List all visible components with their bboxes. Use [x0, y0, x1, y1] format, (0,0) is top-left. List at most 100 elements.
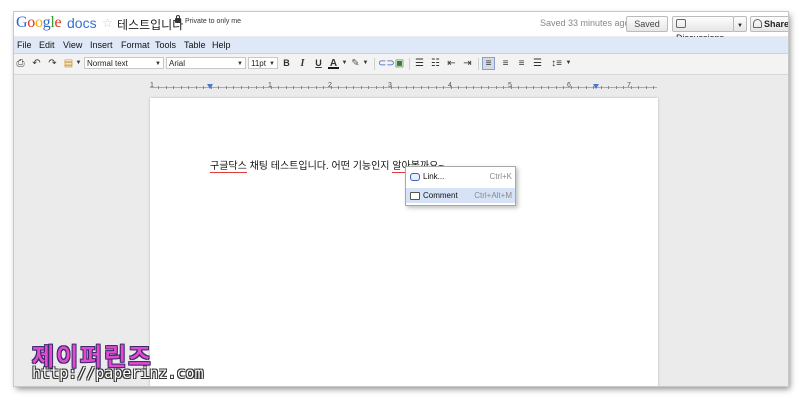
ruler-tick [360, 86, 362, 89]
ruler-tick [345, 86, 347, 89]
menu-insert[interactable]: Insert [90, 40, 113, 50]
bold-button[interactable]: B [281, 58, 292, 69]
print-icon[interactable]: ⎙ [15, 58, 26, 69]
logo-letter: o [34, 14, 43, 31]
chevron-down-icon[interactable]: ▼ [563, 58, 574, 69]
discussion-icon [676, 19, 686, 28]
ruler-tick [428, 86, 429, 89]
menu-help[interactable]: Help [212, 40, 231, 50]
chevron-down-icon: ▼ [237, 61, 243, 67]
spellcheck-word[interactable]: 구글닥스 [210, 161, 247, 173]
context-menu: Link... Ctrl+K Comment Ctrl+Alt+M [405, 166, 516, 206]
menu-bar: File Edit View Insert Format Tools Table… [14, 37, 788, 54]
chevron-down-icon: ▼ [269, 61, 275, 67]
menu-view[interactable]: View [63, 40, 82, 50]
menu-tools[interactable]: Tools [155, 40, 176, 50]
ruler-tick [398, 86, 399, 89]
numbered-list-icon[interactable]: ☰ [414, 58, 425, 69]
ruler-tick [353, 86, 354, 89]
ruler-tick [540, 86, 542, 89]
context-menu-label: Comment [423, 191, 458, 200]
watermark-url: http://paperinz.com [32, 364, 204, 382]
menu-table[interactable]: Table [184, 40, 206, 50]
ruler-tick [623, 86, 624, 89]
ruler-tick [278, 86, 279, 89]
document-page[interactable]: 구글닥스 채팅 테스트입니다. 어떤 기능인지 알아볼까요~ [150, 98, 658, 386]
context-menu-shortcut: Ctrl+K [489, 172, 512, 181]
ruler-tick [203, 86, 204, 89]
docs-logo-text[interactable]: docs [67, 15, 97, 31]
browser-frame: Google docs ☆ 테스트입니다 Private to only me … [14, 12, 788, 386]
line-spacing-icon[interactable]: ↕≡ [551, 58, 562, 69]
star-icon[interactable]: ☆ [102, 16, 113, 30]
ruler-tick [443, 86, 444, 89]
font-select[interactable]: Arial ▼ [166, 57, 246, 69]
image-icon[interactable]: ▣ [394, 58, 405, 69]
chevron-down-icon[interactable]: ▼ [339, 58, 350, 69]
ruler-tick [270, 86, 272, 89]
align-right-icon[interactable]: ≡ [516, 58, 527, 69]
ruler-tick [653, 86, 654, 89]
saved-status: Saved 33 minutes ago [540, 18, 630, 28]
header-bar: Google docs ☆ 테스트입니다 Private to only me … [14, 12, 788, 43]
ruler-tick [458, 86, 459, 89]
underline-button[interactable]: U [313, 58, 324, 69]
size-select[interactable]: 11pt ▼ [248, 57, 278, 69]
justify-icon[interactable]: ☰ [532, 58, 543, 69]
privacy-label[interactable]: Private to only me [185, 18, 241, 25]
increase-indent-icon[interactable]: ⇥ [462, 58, 473, 69]
ruler-tick [218, 86, 219, 89]
align-left-icon[interactable]: ≡ [482, 57, 495, 70]
decrease-indent-icon[interactable]: ⇤ [446, 58, 457, 69]
ruler-tick [323, 86, 324, 89]
google-logo[interactable]: Google [16, 14, 62, 32]
context-menu-comment[interactable]: Comment Ctrl+Alt+M [406, 188, 515, 203]
ruler-tick [495, 86, 497, 89]
style-select[interactable]: Normal text ▼ [84, 57, 164, 69]
ruler-tick [263, 86, 264, 89]
format-toolbar: ⎙ ↶ ↷ ▤ ▼ Normal text ▼ Arial ▼ 11pt ▼ B I … [14, 54, 788, 75]
ruler-tick [375, 86, 377, 89]
ruler-tick [165, 86, 167, 89]
share-button[interactable]: Share [750, 16, 788, 32]
share-icon [753, 19, 762, 28]
chevron-down-icon[interactable]: ▼ [360, 58, 371, 69]
context-menu-link[interactable]: Link... Ctrl+K [406, 169, 515, 184]
italic-button[interactable]: I [297, 58, 308, 69]
text-color-button[interactable]: A [328, 58, 339, 69]
ruler-tick [368, 86, 369, 89]
ruler-tick [225, 86, 227, 89]
bulleted-list-icon[interactable]: ☷ [430, 58, 441, 69]
ruler-tick [435, 86, 437, 89]
ruler-tick [233, 86, 234, 89]
ruler-tick [488, 86, 489, 89]
undo-icon[interactable]: ↶ [31, 58, 42, 69]
chevron-down-icon[interactable]: ▼ [73, 58, 84, 69]
text-run: 채팅 테스트입니다. 어떤 기능인지 [246, 161, 393, 172]
menu-format[interactable]: Format [121, 40, 150, 50]
discussions-dropdown-button[interactable]: ▼ [733, 16, 747, 32]
align-center-icon[interactable]: ≡ [500, 58, 511, 69]
redo-icon[interactable]: ↷ [47, 58, 58, 69]
ruler-tick [338, 86, 339, 89]
ruler-tick [420, 86, 422, 89]
ruler-tick [390, 86, 392, 89]
ruler-tick [600, 86, 602, 89]
comment-icon [410, 192, 420, 200]
ruler: 1 1 2 3 4 5 6 7 [150, 82, 657, 94]
ruler-tick [645, 86, 647, 89]
document-title[interactable]: 테스트입니다 [117, 16, 183, 33]
toolbar-divider [478, 58, 479, 70]
ruler-tick [240, 86, 242, 89]
ruler-tick [465, 86, 467, 89]
ruler-number: 1 [150, 82, 154, 89]
discussions-button[interactable]: Discussions [672, 16, 734, 43]
size-select-value: 11pt [251, 59, 266, 68]
menu-edit[interactable]: Edit [39, 40, 55, 50]
ruler-tick [473, 86, 474, 89]
font-select-value: Arial [169, 59, 186, 68]
menu-file[interactable]: File [17, 40, 32, 50]
link-icon[interactable]: ⊂⊃ [378, 58, 395, 69]
saved-button[interactable]: Saved [626, 16, 668, 32]
ruler-tick [195, 86, 197, 89]
